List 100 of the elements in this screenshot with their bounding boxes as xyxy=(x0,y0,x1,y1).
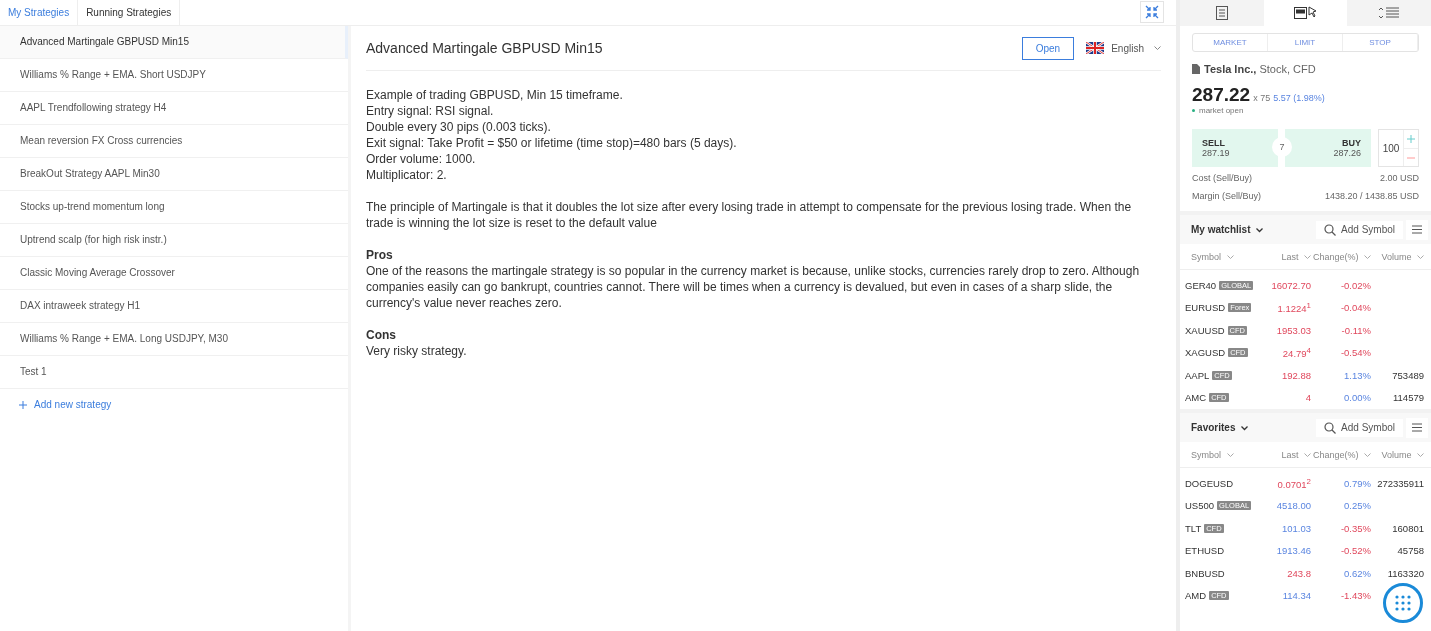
volume-cell: 272335911 xyxy=(1377,477,1424,489)
change-cell-text: 0.79% xyxy=(1343,477,1371,489)
strategy-item[interactable]: Advanced Martingale GBPUSD Min15 xyxy=(0,26,348,59)
sell-button[interactable]: SELL 287.19 xyxy=(1192,129,1278,167)
last-price-cell-text: 114.34 xyxy=(1281,590,1311,602)
chevron-down-icon xyxy=(1364,254,1371,260)
symbol-cell: AMC xyxy=(1185,392,1207,404)
chevron-down-icon xyxy=(1241,425,1249,431)
change-cell-text: 0.00% xyxy=(1343,392,1371,404)
chevron-down-icon xyxy=(1226,254,1234,260)
strategy-item[interactable]: Test 1 xyxy=(0,356,348,389)
price-change: 5.57 (1.98%) xyxy=(1273,93,1325,103)
search-icon xyxy=(1324,421,1337,434)
strategy-item[interactable]: Stocks up-trend momentum long xyxy=(0,191,348,224)
strategy-item[interactable]: Classic Moving Average Crossover xyxy=(0,257,348,290)
multiplier: x 75 xyxy=(1253,93,1271,103)
strategy-item[interactable]: Williams % Range + EMA. Short USDJPY xyxy=(0,59,348,92)
description-paragraph: The principle of Martingale is that it doubles the lot size after every losing trade in attempt to compensate for the previous losing trade. When the trade is winning the lot size is reset to the default value xyxy=(366,199,1133,231)
last-price-cell-text: 24.79$^{4}$ xyxy=(1281,346,1311,360)
cost-label: Margin (Sell/Buy) xyxy=(1192,191,1262,201)
symbol-cell: ETHUSD xyxy=(1185,545,1225,557)
chevron-down-icon xyxy=(1256,227,1264,233)
cost-value: 2.00 USD xyxy=(1379,173,1419,183)
strategy-item[interactable]: Mean reversion FX Cross currencies xyxy=(0,125,348,158)
symbol-cell: BNBUSD xyxy=(1185,567,1225,579)
section-heading: Pros xyxy=(366,247,394,263)
volume-cell: 1163320 xyxy=(1387,567,1424,579)
apps-grid-icon[interactable] xyxy=(1383,583,1423,623)
symbol-cell: XAGUSD xyxy=(1185,347,1226,359)
column-header[interactable]: Volume xyxy=(1371,449,1424,460)
column-header[interactable]: Volume xyxy=(1371,251,1424,262)
list-dropdown[interactable]: My watchlist xyxy=(1191,224,1264,235)
symbol-cell: AAPL xyxy=(1185,369,1210,381)
cost-value: 1438.20 / 1438.85 USD xyxy=(1324,191,1419,201)
language-dropdown[interactable]: English xyxy=(1086,42,1161,54)
last-price-cell-text: 243.8 xyxy=(1286,567,1311,579)
volume-cell: 45758 xyxy=(1397,545,1424,557)
strategy-item[interactable]: BreakOut Strategy AAPL Min30 xyxy=(0,158,348,191)
strategy-tab[interactable]: Running Strategies xyxy=(78,0,181,25)
column-header[interactable]: Last xyxy=(1265,449,1311,460)
change-cell-text: -0.02% xyxy=(1339,279,1371,291)
instrument-type: Stock, CFD xyxy=(1259,63,1316,75)
last-price-cell-text: 16072.70 xyxy=(1270,279,1311,291)
chevron-down-icon xyxy=(1304,254,1311,260)
column-header[interactable]: Change(%) xyxy=(1311,449,1371,460)
buy-button[interactable]: BUY 287.26 xyxy=(1285,129,1371,167)
description-line: Double every 30 pips (0.003 ticks). xyxy=(366,119,552,135)
section-heading: Cons xyxy=(366,327,397,343)
menu-icon[interactable] xyxy=(1406,219,1428,240)
order-ticket-icon[interactable] xyxy=(1263,0,1348,26)
strategy-item[interactable]: Williams % Range + EMA. Long USDJPY, M30 xyxy=(0,323,348,356)
change-cell-text: -0.11% xyxy=(1340,324,1371,336)
last-price-cell-text: 0.0701$^{2}$ xyxy=(1276,476,1311,490)
change-cell-text: 0.62% xyxy=(1343,567,1371,579)
symbol-cell: TLT xyxy=(1185,522,1202,534)
collapse-icon[interactable] xyxy=(1140,1,1164,23)
last-price-cell-text: 1913.46 xyxy=(1275,545,1311,557)
market-status: market open xyxy=(1199,106,1244,115)
strategy-item[interactable]: Uptrend scalp (for high risk instr.) xyxy=(0,224,348,257)
open-button[interactable]: Open xyxy=(1021,36,1075,60)
plus-icon xyxy=(19,401,27,410)
description-line: Multiplicator: 2. xyxy=(366,167,448,183)
add-symbol-button[interactable]: Add Symbol xyxy=(1316,418,1403,437)
symbol-cell: EURUSD xyxy=(1185,302,1226,314)
symbol-cell: DOGEUSD xyxy=(1185,477,1234,489)
strategy-item[interactable]: AAPL Trendfollowing strategy H4 xyxy=(0,92,348,125)
document-icon xyxy=(1192,64,1200,74)
change-cell-text: -1.43% xyxy=(1339,590,1371,602)
change-cell-text: -0.35% xyxy=(1339,522,1371,534)
change-cell-text: -0.04% xyxy=(1339,302,1371,314)
strategy-item[interactable]: DAX intraweek strategy H1 xyxy=(0,290,348,323)
chevron-down-icon xyxy=(1226,452,1234,458)
symbol-cell: XAUUSD xyxy=(1185,324,1225,336)
column-header[interactable]: Change(%) xyxy=(1311,251,1371,262)
description-line: Entry signal: RSI signal. xyxy=(366,103,495,119)
description-line: Exit signal: Take Profit = $50 or lifetime (time stop)=480 bars (5 days). xyxy=(366,135,738,151)
menu-icon[interactable] xyxy=(1406,417,1428,438)
chevron-down-icon xyxy=(1304,452,1311,458)
flag-icon xyxy=(1086,42,1105,54)
last-price-cell-text: 192.88 xyxy=(1280,369,1311,381)
chevron-down-icon xyxy=(1154,45,1161,51)
chevron-down-icon xyxy=(1364,452,1371,458)
section-text: One of the reasons the martingale strategy is so popular in the currency market is because, unlike stocks, currencies rarely drop to zero. Although companies easily can go bankrupt, countries cannot. There will be times when a currency is devalued, but even in cases of a sharp slide, the currency's value never reaches zero. xyxy=(366,263,1141,311)
volume-cell: 160801 xyxy=(1392,522,1424,534)
description-line: Order volume: 1000. xyxy=(366,151,477,167)
last-price-cell-text: 1953.03 xyxy=(1275,324,1311,336)
instrument-name: Tesla Inc., xyxy=(1204,63,1257,75)
list-dropdown[interactable]: Favorites xyxy=(1191,422,1249,433)
price: 287.22 xyxy=(1192,84,1251,106)
chevron-down-icon xyxy=(1417,254,1424,260)
description-line: Example of trading GBPUSD, Min 15 timeframe. xyxy=(366,87,624,103)
add-symbol-button[interactable]: Add Symbol xyxy=(1316,220,1403,239)
column-header[interactable]: Last xyxy=(1265,251,1311,262)
column-header[interactable]: Symbol xyxy=(1185,449,1265,460)
last-price-cell-text: 1.1224$^{1}$ xyxy=(1276,301,1311,315)
last-price-cell-text: 4518.00 xyxy=(1275,500,1311,512)
add-strategy-link[interactable]: Add new strategy xyxy=(19,399,348,410)
column-header[interactable]: Symbol xyxy=(1185,251,1265,262)
last-price-cell-text: 101.03 xyxy=(1280,522,1311,534)
chevron-down-icon xyxy=(1417,452,1424,458)
